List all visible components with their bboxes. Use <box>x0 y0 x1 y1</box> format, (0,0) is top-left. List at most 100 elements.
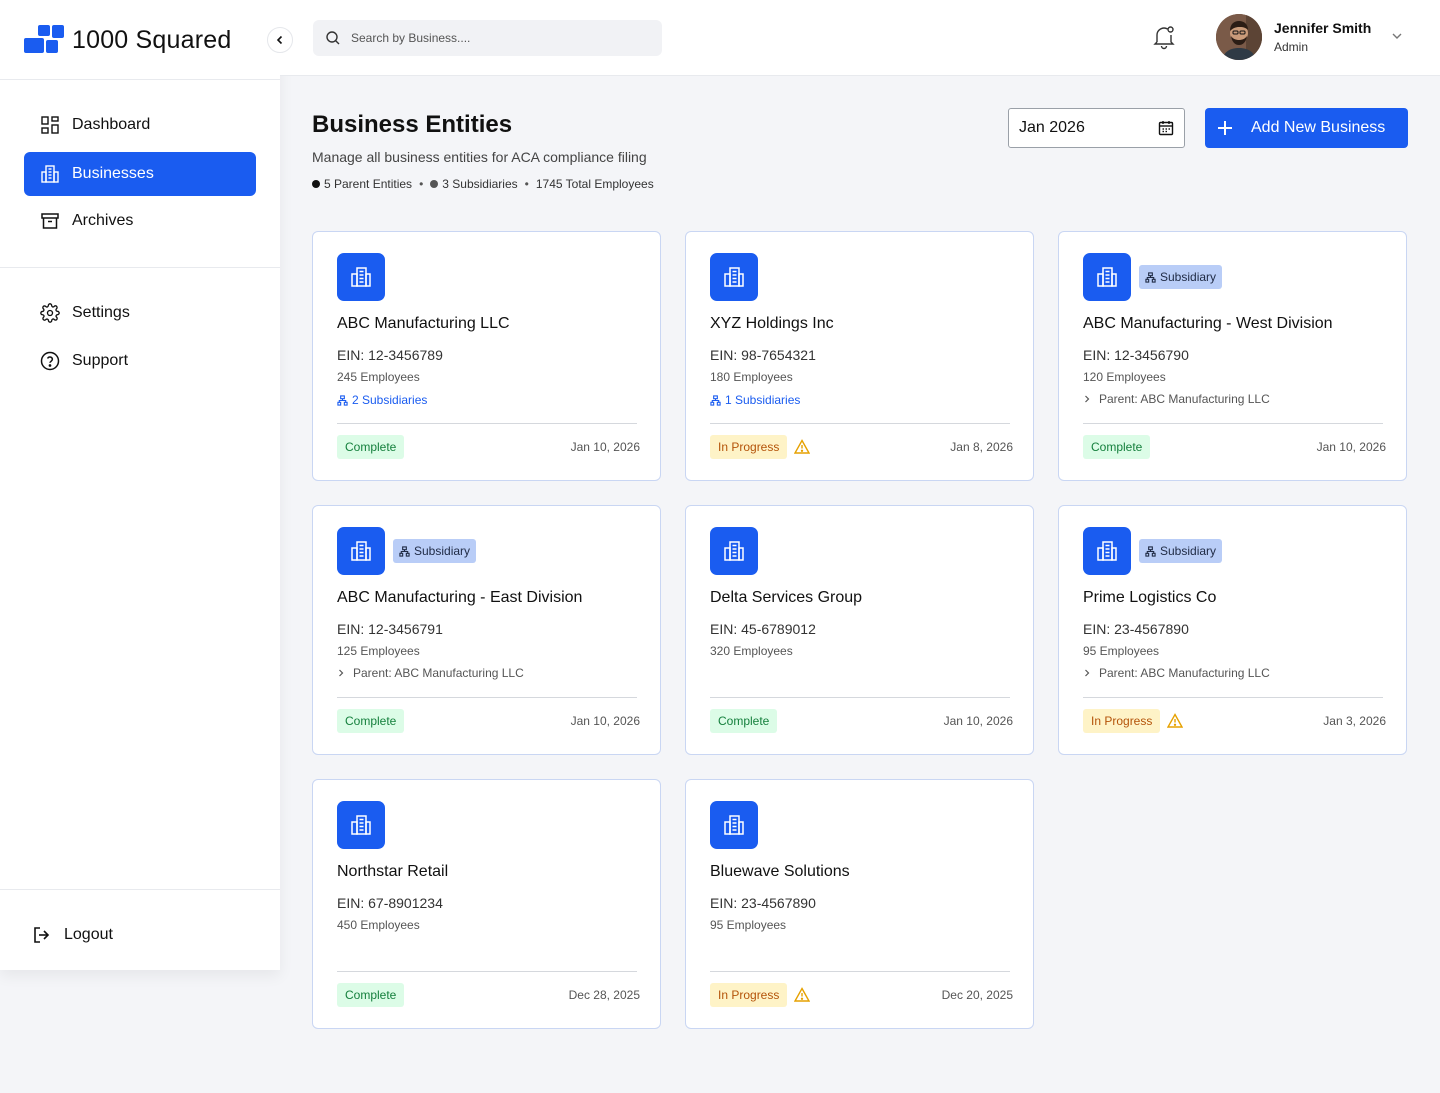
calendar-icon <box>1158 121 1174 136</box>
business-card[interactable]: Subsidiary ABC Manufacturing - West Divis… <box>1058 231 1407 481</box>
entity-stats: 5 Parent Entities • 3 Subsidiaries • 174… <box>312 177 654 191</box>
building-icon <box>1083 253 1131 301</box>
business-name: Northstar Retail <box>337 863 449 880</box>
chevron-right-icon <box>1085 395 1090 403</box>
chevron-right-icon <box>339 669 344 677</box>
building-icon <box>710 527 758 575</box>
filing-date: Jan 8, 2026 <box>950 440 1013 454</box>
chevron-right-icon <box>1085 669 1090 677</box>
stat-employees: 1745 Total Employees <box>535 177 654 191</box>
filing-date: Jan 10, 2026 <box>1316 440 1386 454</box>
business-card[interactable]: Delta Services Group EIN: 45-6789012 320 E… <box>685 505 1034 755</box>
subsidiaries-label: 1 Subsidiaries <box>725 393 801 407</box>
sidebar: 1000 Squared Dashboard Businesses Archiv… <box>0 0 280 970</box>
bell-icon <box>1153 26 1175 50</box>
subsidiaries-link[interactable]: 2 Subsidiaries <box>337 393 427 407</box>
status-badge: Complete <box>337 435 405 459</box>
employee-count: 245 Employees <box>337 370 420 384</box>
plus-icon <box>1218 121 1232 135</box>
stat-dot <box>312 180 320 188</box>
search-input[interactable] <box>351 31 651 45</box>
sidebar-item-label: Dashboard <box>72 116 151 133</box>
app-logo[interactable]: 1000 Squared <box>24 24 231 56</box>
business-name: XYZ Holdings Inc <box>710 315 834 332</box>
chevron-left-icon <box>276 35 283 45</box>
gear-icon <box>40 303 60 323</box>
parent-label: Parent: ABC Manufacturing LLC <box>1099 666 1270 680</box>
subsidiaries-link[interactable]: 1 Subsidiaries <box>710 393 800 407</box>
search-box[interactable] <box>313 20 662 56</box>
filing-date: Jan 3, 2026 <box>1323 714 1386 728</box>
parent-label: Parent: ABC Manufacturing LLC <box>353 666 524 680</box>
badge-label: Subsidiary <box>1160 544 1217 558</box>
user-name: Jennifer Smith <box>1274 20 1372 36</box>
business-card[interactable]: Subsidiary ABC Manufacturing - East Divis… <box>312 505 661 755</box>
business-card[interactable]: Subsidiary Prime Logistics Co EIN: 23-4567… <box>1058 505 1407 755</box>
collapse-sidebar-button[interactable] <box>267 27 293 53</box>
help-circle-icon <box>40 351 60 371</box>
sidebar-item-archives[interactable]: Archives <box>24 199 256 243</box>
page-title: Business Entities <box>312 111 513 138</box>
status-badge: Complete <box>337 709 405 733</box>
hierarchy-icon <box>337 394 348 406</box>
status-badge: Complete <box>710 709 778 733</box>
business-ein: EIN: 23-4567890 <box>710 895 816 911</box>
business-name: ABC Manufacturing - West Division <box>1083 315 1333 332</box>
status-badge: In Progress <box>710 983 788 1007</box>
business-card[interactable]: Northstar Retail EIN: 67-8901234 450 Emplo… <box>312 779 661 1029</box>
user-menu[interactable]: Jennifer Smith Admin <box>1216 14 1403 60</box>
add-new-business-button[interactable]: Add New Business <box>1205 108 1408 148</box>
building-icon <box>337 253 385 301</box>
logout-button[interactable]: Logout <box>16 913 248 957</box>
period-date-picker[interactable]: Jan 2026 <box>1008 108 1185 148</box>
building-icon <box>337 527 385 575</box>
sidebar-item-label: Businesses <box>72 165 154 182</box>
employee-count: 120 Employees <box>1083 370 1166 384</box>
business-name: ABC Manufacturing - East Division <box>337 589 583 606</box>
card-divider <box>337 971 637 972</box>
user-role: Admin <box>1274 40 1309 54</box>
business-ein: EIN: 12-3456789 <box>337 347 443 363</box>
add-button-label: Add New Business <box>1251 119 1386 136</box>
card-divider <box>1083 423 1383 424</box>
sidebar-item-settings[interactable]: Settings <box>24 291 256 335</box>
archive-icon <box>40 211 60 231</box>
business-card[interactable]: ABC Manufacturing LLC EIN: 12-3456789 245 … <box>312 231 661 481</box>
status-badge: Complete <box>337 983 405 1007</box>
employee-count: 95 Employees <box>1083 644 1160 658</box>
business-name: Bluewave Solutions <box>710 863 850 880</box>
hierarchy-icon <box>710 394 721 406</box>
card-divider <box>710 423 1010 424</box>
card-divider <box>710 971 1010 972</box>
hierarchy-icon <box>1145 545 1156 557</box>
stat-separator: • <box>524 177 529 191</box>
warning-icon <box>793 987 811 1007</box>
avatar <box>1216 14 1262 60</box>
sidebar-item-label: Settings <box>72 304 130 321</box>
subsidiary-badge: Subsidiary <box>393 539 477 563</box>
hierarchy-icon <box>1145 271 1156 283</box>
hierarchy-icon <box>399 545 410 557</box>
stat-parents: 5 Parent Entities <box>324 177 413 191</box>
business-ein: EIN: 45-6789012 <box>710 621 816 637</box>
logout-label: Logout <box>64 926 113 943</box>
business-card[interactable]: Bluewave Solutions EIN: 23-4567890 95 Empl… <box>685 779 1034 1029</box>
subsidiary-badge: Subsidiary <box>1139 539 1223 563</box>
card-divider <box>337 697 637 698</box>
page-subtitle: Manage all business entities for ACA com… <box>312 149 647 165</box>
filing-date: Jan 10, 2026 <box>570 714 640 728</box>
notifications-button[interactable] <box>1152 24 1176 50</box>
sidebar-item-businesses[interactable]: Businesses <box>24 152 256 196</box>
date-picker-value: Jan 2026 <box>1019 119 1085 136</box>
building-icon <box>710 801 758 849</box>
sidebar-item-dashboard[interactable]: Dashboard <box>24 103 256 147</box>
sidebar-divider <box>0 79 280 80</box>
building-icon <box>40 164 60 184</box>
sidebar-item-support[interactable]: Support <box>24 339 256 383</box>
card-divider <box>337 423 637 424</box>
grid-icon <box>40 115 60 135</box>
sidebar-divider <box>0 889 280 890</box>
sidebar-divider <box>0 267 280 268</box>
business-card[interactable]: XYZ Holdings Inc EIN: 98-7654321 180 Emplo… <box>685 231 1034 481</box>
filing-date: Dec 28, 2025 <box>568 988 640 1002</box>
